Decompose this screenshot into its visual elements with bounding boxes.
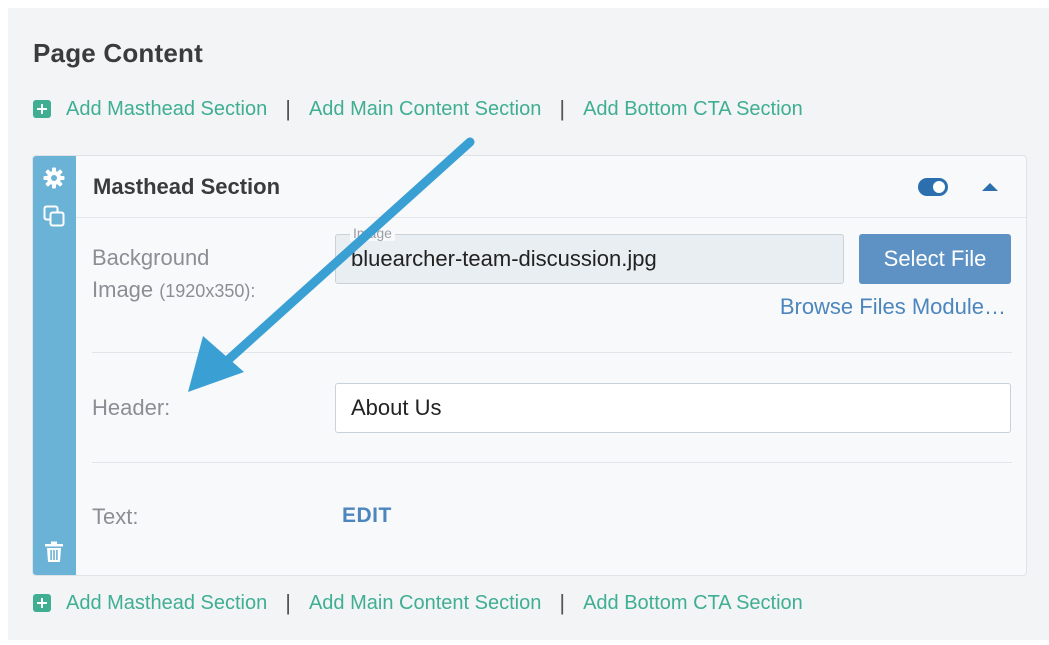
section-header: Masthead Section: [76, 156, 1026, 218]
image-field-legend: Image: [350, 225, 395, 241]
background-label-line2: Image: [92, 277, 154, 302]
background-image-label: Background Image (1920x350):: [92, 242, 255, 307]
add-masthead-section-link[interactable]: Add Masthead Section: [66, 98, 267, 121]
gear-icon[interactable]: [42, 166, 66, 190]
add-masthead-section-link[interactable]: Add Masthead Section: [66, 592, 267, 615]
divider: [92, 352, 1012, 353]
plus-square-icon[interactable]: [33, 594, 51, 612]
select-file-button[interactable]: Select File: [859, 234, 1011, 284]
header-input[interactable]: [335, 383, 1011, 433]
add-main-content-section-link[interactable]: Add Main Content Section: [309, 98, 541, 121]
image-file-field[interactable]: Image bluearcher-team-discussion.jpg: [335, 225, 844, 284]
image-file-value: bluearcher-team-discussion.jpg: [351, 246, 657, 271]
section-sidebar: [33, 156, 76, 575]
page-title: Page Content: [33, 38, 203, 68]
add-section-bar-top: Add Masthead Section | Add Main Content …: [33, 96, 803, 122]
add-bottom-cta-section-link[interactable]: Add Bottom CTA Section: [583, 98, 803, 121]
background-label-line1: Background: [92, 245, 210, 270]
browse-files-module-link[interactable]: Browse Files Module…: [780, 294, 1006, 320]
chevron-up-icon[interactable]: [982, 183, 998, 191]
add-section-bar-bottom: Add Masthead Section | Add Main Content …: [33, 590, 803, 616]
section-visibility-toggle[interactable]: [918, 178, 948, 196]
copy-icon[interactable]: [42, 204, 66, 228]
separator: |: [285, 96, 291, 121]
masthead-section-card: Masthead Section Background Image (1920x…: [32, 155, 1027, 576]
divider: [92, 462, 1012, 463]
edit-text-link[interactable]: EDIT: [342, 504, 392, 528]
separator: |: [559, 96, 566, 121]
header-label: Header:: [92, 395, 171, 420]
plus-square-icon[interactable]: [33, 100, 51, 118]
text-label: Text:: [92, 504, 139, 529]
size-hint: (1920x350):: [159, 281, 256, 301]
section-title: Masthead Section: [93, 174, 281, 199]
separator: |: [285, 590, 291, 615]
add-main-content-section-link[interactable]: Add Main Content Section: [309, 592, 541, 615]
separator: |: [559, 590, 566, 615]
trash-icon[interactable]: [42, 540, 66, 564]
add-bottom-cta-section-link[interactable]: Add Bottom CTA Section: [583, 592, 803, 615]
